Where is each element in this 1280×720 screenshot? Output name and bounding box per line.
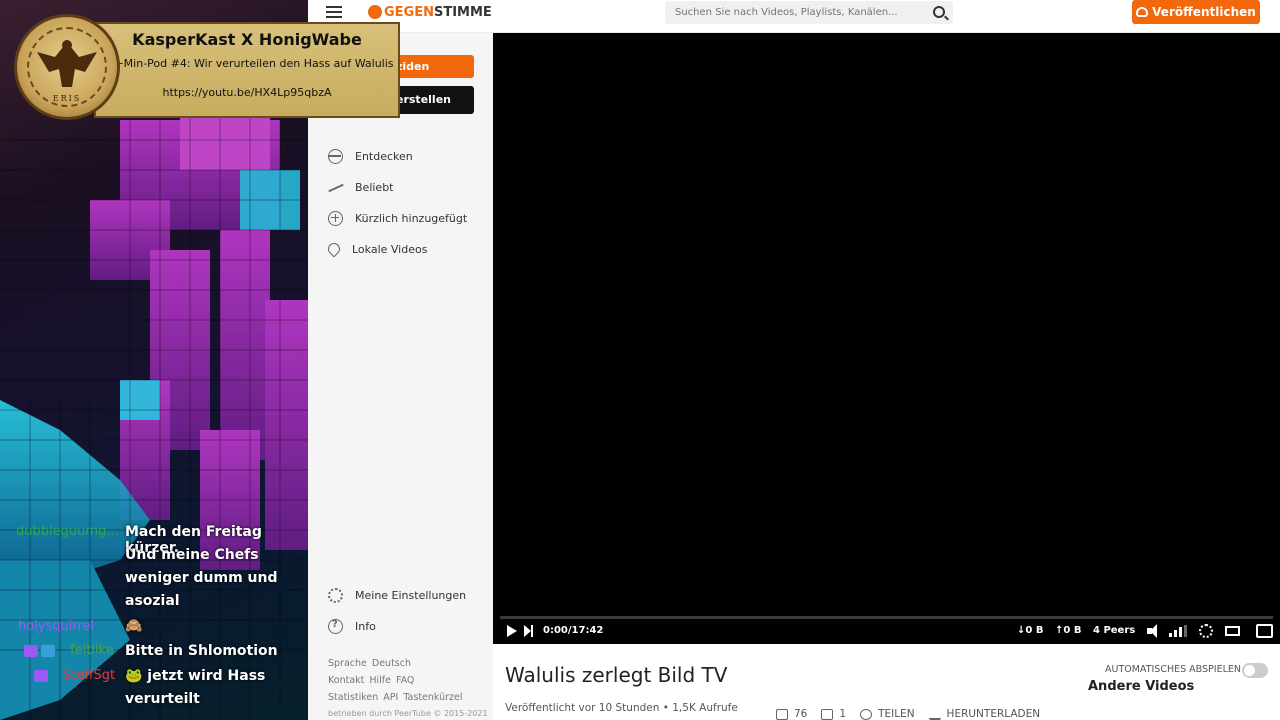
chat-username: holysquirrel — [18, 619, 95, 634]
sidebar-item-label: Beliebt — [355, 180, 394, 194]
sidebar-item-settings[interactable]: Meine Einstellungen — [328, 585, 488, 605]
sidebar-item-label: Meine Einstellungen — [355, 588, 467, 602]
video-meta: Veröffentlicht vor 10 Stunden • 1,5K Auf… — [505, 702, 738, 714]
chat-user-row: feitlike — [24, 643, 114, 658]
download-button[interactable]: HERUNTERLADEN — [928, 708, 1041, 720]
peers-count: 4 Peers — [1093, 625, 1136, 636]
star-badge-icon — [34, 669, 48, 682]
eris-logo: ERIS — [14, 14, 120, 120]
download-label: HERUNTERLADEN — [946, 708, 1041, 720]
footer-language-link[interactable]: Deutsch — [372, 658, 411, 669]
like-button[interactable]: 76 — [776, 708, 807, 720]
thumbs-down-icon — [821, 708, 834, 720]
top-bar: GEGENSTIMME Veröffentlichen — [308, 0, 1280, 33]
trending-icon — [328, 180, 343, 195]
progress-bar[interactable] — [500, 616, 1273, 619]
footer-link-faq[interactable]: FAQ — [396, 675, 414, 686]
logo-label: ERIS — [52, 94, 82, 103]
chat-message-line: 🐸 jetzt wird Hass — [125, 668, 266, 684]
overlay-text-box: KasperKast X HonigWabe 20+Min-Pod #4: Wi… — [94, 22, 400, 118]
chat-message-line: Und meine Chefs — [125, 547, 259, 563]
stream-overlay-banner: KasperKast X HonigWabe 20+Min-Pod #4: Wi… — [14, 14, 400, 120]
volume-icon[interactable] — [1147, 624, 1163, 638]
autoplay-label: AUTOMATISCHES ABSPIELEN — [1105, 664, 1241, 675]
autoplay-toggle[interactable] — [1242, 663, 1268, 678]
footer-link-shortcuts[interactable]: Tastenkürzel — [403, 692, 462, 703]
overlay-subtitle: 20+Min-Pod #4: Wir verurteilen den Hass … — [100, 57, 394, 70]
footer-row: Kontakt Hilfe FAQ — [328, 672, 493, 689]
sidebar-item-label: Entdecken — [355, 149, 413, 163]
footer-language-label: Sprache — [328, 658, 367, 669]
chat-user-row: SteffSgt — [34, 668, 115, 683]
download-icon — [928, 709, 941, 720]
chat-username: dubbleguumg... — [16, 524, 119, 539]
footer-row: Sprache Deutsch — [328, 655, 493, 672]
thumbs-up-icon — [776, 708, 788, 720]
sidebar-item-info[interactable]: Info — [328, 616, 488, 636]
settings-gear-icon[interactable] — [1199, 624, 1213, 638]
search-bar — [665, 1, 953, 24]
like-count: 76 — [794, 708, 808, 720]
upload-cloud-icon — [1136, 7, 1149, 17]
publish-button[interactable]: Veröffentlichen — [1132, 0, 1260, 24]
volume-level[interactable] — [1169, 625, 1187, 637]
chat-message-line: weniger dumm und — [125, 570, 278, 586]
footer-links: Sprache Deutsch Kontakt Hilfe FAQ Statistik… — [328, 655, 493, 706]
powered-by[interactable]: betrieben durch PeerTube © 2015-2021 — [328, 709, 488, 718]
player-controls: 0:00/17:42 ↓0 B ↑0 B 4 Peers — [493, 621, 1280, 643]
search-input[interactable] — [665, 1, 923, 24]
screen: KasperKast X HonigWabe 20+Min-Pod #4: Wi… — [0, 0, 1280, 720]
overlay-link: https://youtu.be/HX4Lp95qbzA — [162, 86, 332, 99]
footer-row: Statistiken API Tastenkürzel — [328, 689, 493, 706]
search-icon[interactable] — [933, 6, 945, 18]
star-badge-icon — [24, 644, 38, 657]
sidebar-item-beliebt[interactable]: Beliebt — [328, 177, 488, 197]
sub-badge-icon — [41, 644, 55, 657]
info-icon — [328, 618, 343, 634]
sidebar-item-entdecken[interactable]: Entdecken — [328, 146, 488, 166]
fullscreen-icon[interactable] — [1256, 624, 1273, 638]
logo-text-stimme: STIMME — [433, 4, 492, 20]
footer-link-help[interactable]: Hilfe — [369, 675, 391, 686]
plus-circle-icon — [328, 210, 343, 226]
dislike-count: 1 — [839, 708, 847, 720]
chat-username: feitlike — [70, 643, 114, 658]
download-speed: ↓0 B — [1017, 625, 1044, 636]
next-icon[interactable] — [524, 625, 534, 637]
play-icon[interactable] — [507, 625, 517, 637]
video-title: Walulis zerlegt Bild TV — [505, 663, 728, 687]
other-videos-heading: Andere Videos — [1088, 679, 1195, 694]
sidebar-item-recent[interactable]: Kürzlich hinzugefügt — [328, 208, 488, 228]
share-button[interactable]: TEILEN — [860, 708, 915, 720]
footer-link-api[interactable]: API — [383, 692, 398, 703]
sidebar: ziden erstellen Entdecken Beliebt Kürzli… — [308, 33, 493, 720]
location-icon — [325, 240, 343, 258]
upload-speed: ↑0 B — [1055, 625, 1082, 636]
time-display: 0:00/17:42 — [543, 625, 604, 636]
video-actions: 76 1 TEILEN HERUNTERLADEN — [776, 708, 1040, 720]
publish-label: Veröffentlichen — [1152, 5, 1256, 19]
sidebar-item-label: Lokale Videos — [352, 242, 428, 256]
share-icon — [860, 708, 873, 720]
chat-message-line: verurteilt — [125, 691, 200, 707]
sidebar-item-local-videos[interactable]: Lokale Videos — [325, 239, 488, 259]
footer-link-stats[interactable]: Statistiken — [328, 692, 378, 703]
theater-mode-icon[interactable] — [1225, 626, 1240, 636]
share-label: TEILEN — [878, 708, 915, 720]
sidebar-item-label: Kürzlich hinzugefügt — [355, 211, 468, 225]
globe-icon — [328, 148, 343, 164]
chat-message-line: asozial — [125, 593, 180, 609]
gear-icon — [328, 587, 343, 603]
peertube-page: GEGENSTIMME Veröffentlichen ziden erstel… — [308, 0, 1280, 720]
footer-link-contact[interactable]: Kontakt — [328, 675, 364, 686]
overlay-title: KasperKast X HonigWabe — [132, 30, 362, 49]
sidebar-item-label: Info — [355, 619, 376, 633]
chat-message-line: Bitte in Shlomotion — [125, 643, 278, 659]
chat-username: SteffSgt — [63, 668, 116, 683]
video-player[interactable]: 0:00/17:42 ↓0 B ↑0 B 4 Peers — [493, 33, 1280, 644]
chat-emote: 🙈 — [125, 618, 143, 634]
dislike-button[interactable]: 1 — [821, 708, 846, 720]
